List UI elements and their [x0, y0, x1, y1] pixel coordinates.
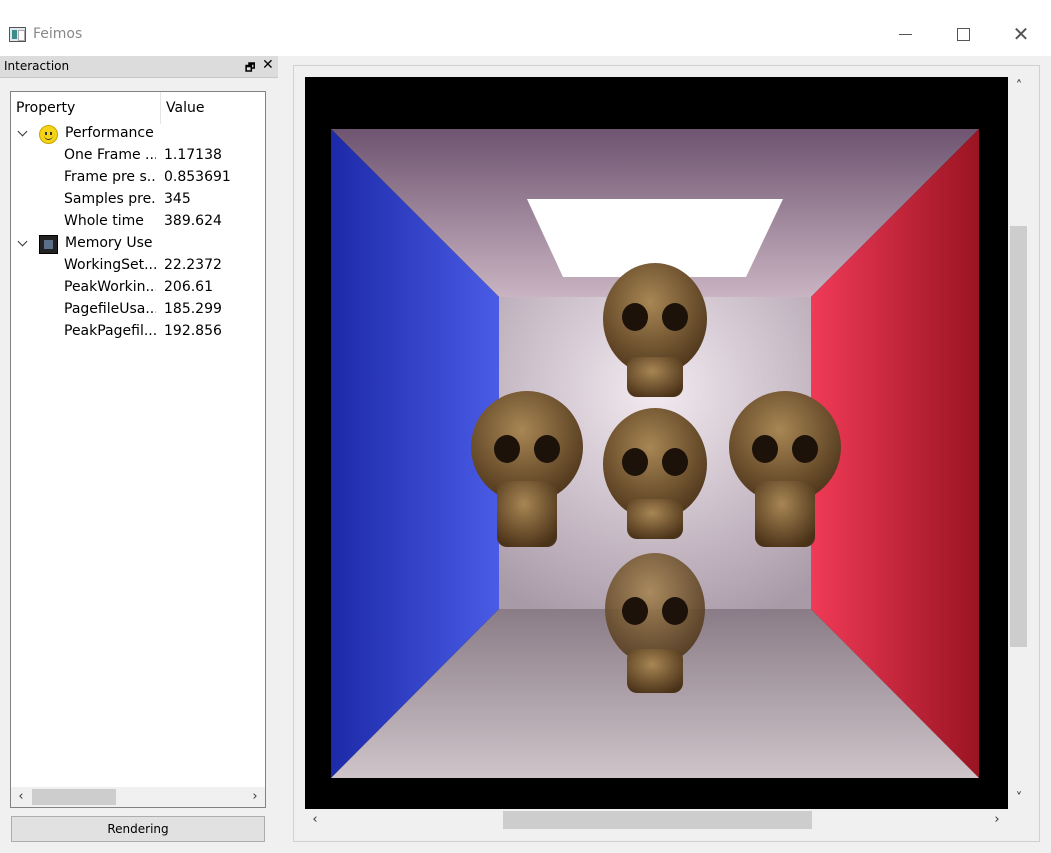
scroll-down-icon[interactable]: ˅ [1009, 789, 1029, 809]
property-value: 206.61 [164, 279, 213, 295]
property-value: 22.2372 [164, 257, 222, 273]
tree-horizontal-scrollbar[interactable]: ‹ › [11, 787, 265, 807]
property-value: 389.624 [164, 213, 222, 229]
maximize-icon [956, 28, 970, 41]
tree-row[interactable]: Frame pre s... 0.853691 [11, 167, 265, 189]
scroll-up-icon[interactable]: ˄ [1009, 77, 1029, 97]
dock-title: Interaction [4, 59, 70, 73]
dock-float-icon[interactable]: 🗗 [245, 59, 255, 78]
rendering-button[interactable]: Rendering [11, 816, 265, 842]
tree-row[interactable]: PagefileUsa... 185.299 [11, 299, 265, 321]
interaction-dock-header: Interaction 🗗 ✕ [0, 56, 278, 78]
scrollbar-thumb[interactable] [503, 811, 812, 829]
tree-row[interactable]: One Frame ... 1.17138 [11, 145, 265, 167]
rendered-cornell-box-image [331, 129, 979, 778]
property-value: 1.17138 [164, 147, 222, 163]
property-label: One Frame ... [64, 147, 156, 163]
scrollbar-thumb[interactable] [1010, 226, 1027, 647]
tree-row[interactable]: Whole time 389.624 [11, 211, 265, 233]
property-value: 192.856 [164, 323, 222, 339]
property-label: Frame pre s... [64, 169, 156, 185]
property-value: 185.299 [164, 301, 222, 317]
property-tree[interactable]: Property Value Performance One Frame ...… [10, 91, 266, 808]
cornell-box-render [331, 129, 979, 778]
column-header-value[interactable]: Value [166, 100, 204, 116]
app-icon [9, 27, 26, 42]
property-label: Whole time [64, 213, 144, 229]
column-header-property[interactable]: Property [16, 100, 75, 116]
tree-row[interactable]: PeakWorkin... 206.61 [11, 277, 265, 299]
chevron-down-icon[interactable] [16, 123, 30, 145]
group-label: Memory Use [65, 235, 153, 251]
property-value: 0.853691 [164, 169, 231, 185]
tree-header: Property Value [11, 92, 265, 124]
property-label: Samples pre... [64, 191, 156, 207]
close-button[interactable]: ✕ [998, 19, 1044, 49]
column-divider[interactable] [160, 92, 161, 124]
close-icon: ✕ [1012, 22, 1030, 46]
tree-row[interactable]: Samples pre... 345 [11, 189, 265, 211]
view-horizontal-scrollbar[interactable]: ‹ › [305, 810, 1008, 830]
tree-row[interactable]: PeakPagefil... 192.856 [11, 321, 265, 343]
scroll-left-icon[interactable]: ‹ [305, 810, 325, 830]
title-bar: Feimos ✕ [0, 0, 1051, 56]
property-label: PeakPagefil... [64, 323, 156, 339]
memory-chip-icon [39, 235, 58, 254]
group-label: Performance [65, 125, 154, 141]
tree-group-performance[interactable]: Performance [11, 123, 265, 145]
window-title: Feimos [33, 26, 83, 42]
tree-row[interactable]: WorkingSet... 22.2372 [11, 255, 265, 277]
scroll-left-icon[interactable]: ‹ [11, 787, 31, 807]
property-value: 345 [164, 191, 191, 207]
property-label: PagefileUsa... [64, 301, 156, 317]
minimize-icon [898, 34, 912, 35]
view-vertical-scrollbar[interactable]: ˄ ˅ [1009, 77, 1029, 809]
dock-close-icon[interactable]: ✕ [262, 57, 274, 73]
smiley-icon [39, 125, 58, 144]
minimize-button[interactable] [882, 19, 928, 49]
scrollbar-thumb[interactable] [32, 789, 116, 805]
chevron-down-icon[interactable] [16, 233, 30, 255]
scroll-right-icon[interactable]: › [245, 787, 265, 807]
maximize-button[interactable] [940, 19, 986, 49]
property-label: PeakWorkin... [64, 279, 156, 295]
property-label: WorkingSet... [64, 257, 156, 273]
scroll-right-icon[interactable]: › [987, 810, 1007, 830]
tree-group-memory-use[interactable]: Memory Use [11, 233, 265, 255]
